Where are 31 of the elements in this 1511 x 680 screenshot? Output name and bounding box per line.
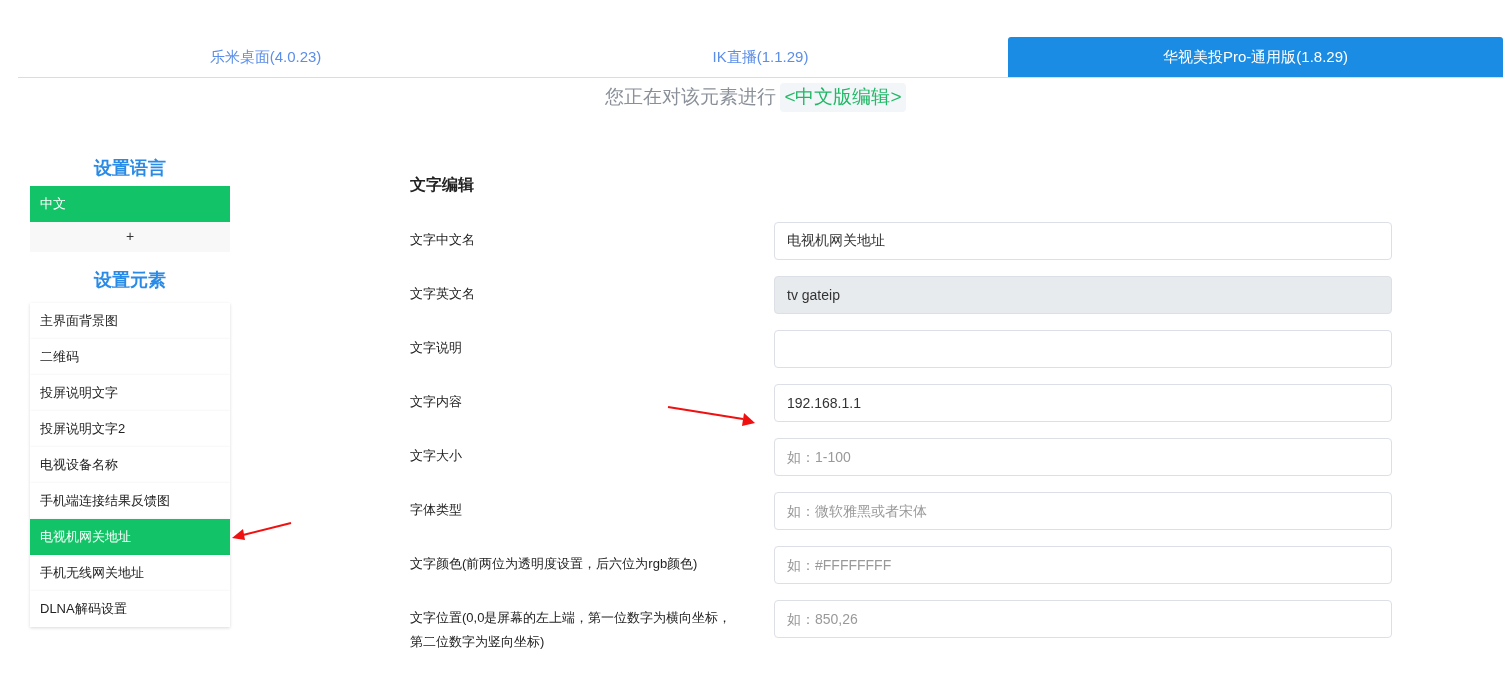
sidebar-item[interactable]: 电视设备名称 — [30, 446, 230, 483]
form-title: 文字编辑 — [410, 174, 475, 195]
sidebar-item[interactable]: 手机无线网关地址 — [30, 554, 230, 591]
tab[interactable]: 华视美投Pro-通用版(1.8.29) — [1008, 37, 1503, 77]
language-tag: <中文版编辑> — [780, 83, 906, 112]
sidebar-item[interactable]: 二维码 — [30, 338, 230, 375]
field-label: 文字英文名 — [410, 284, 476, 303]
sidebar-item[interactable]: DLNA解码设置 — [30, 590, 230, 627]
text-field[interactable] — [774, 329, 1392, 368]
section-title: 设置语言 — [92, 156, 167, 180]
editing-notice: 您正在对该元素进行 — [605, 85, 777, 109]
text-field[interactable]: 如：850,26 — [774, 599, 1392, 638]
add-language-button[interactable]: + — [30, 221, 230, 252]
sidebar-item[interactable]: 主界面背景图 — [30, 302, 230, 339]
field-label: 文字大小 — [410, 446, 463, 465]
field-label: 文字中文名 — [410, 230, 476, 249]
text-field[interactable]: 192.168.1.1 — [774, 383, 1392, 422]
field-label: 字体类型 — [410, 500, 463, 519]
text-field[interactable]: 如：微软雅黑或者宋体 — [774, 491, 1392, 530]
text-field[interactable]: 如：1-100 — [774, 437, 1392, 476]
sidebar-item[interactable]: 投屏说明文字 — [30, 374, 230, 411]
sidebar-item[interactable]: 手机端连接结果反馈图 — [30, 482, 230, 519]
text-field[interactable]: 如：#FFFFFFFF — [774, 545, 1392, 584]
annotation-arrow — [231, 521, 293, 543]
section-title: 设置元素 — [92, 268, 167, 292]
field-label: 文字内容 — [410, 392, 463, 411]
sidebar-item[interactable]: 投屏说明文字2 — [30, 410, 230, 447]
field-label: 文字颜色(前两位为透明度设置，后六位为rgb颜色) — [410, 554, 699, 573]
field-label: 文字说明 — [410, 338, 463, 357]
field-label: 文字位置(0,0是屏幕的左上端，第一位数字为横向坐标，第二位数字为竖向坐标) — [410, 608, 733, 651]
text-field[interactable]: 电视机网关地址 — [774, 221, 1392, 260]
